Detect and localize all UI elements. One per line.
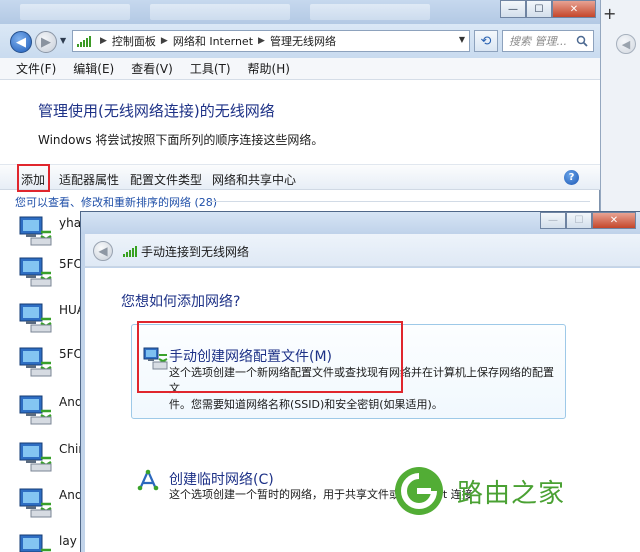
highlight-box-add	[17, 164, 50, 192]
menu-tools[interactable]: 工具(T)	[190, 60, 231, 77]
network-list-item[interactable]: And	[15, 484, 85, 522]
forward-button[interactable]: ▶	[35, 31, 57, 53]
menu-edit[interactable]: 编辑(E)	[73, 60, 114, 77]
network-list-item[interactable]: yha	[15, 212, 85, 250]
network-list-item[interactable]: HUA	[15, 299, 85, 337]
dialog-titlebar: — ☐ ✕	[81, 212, 640, 234]
recent-pages-dropdown[interactable]: ▼	[60, 36, 66, 45]
wireless-network-icon	[19, 303, 52, 333]
wireless-signal-icon	[123, 245, 137, 257]
arrow-left-icon: ◀	[98, 244, 108, 258]
network-list-item[interactable]: Chin	[15, 438, 86, 476]
network-list-item[interactable]: 5FO	[15, 343, 85, 381]
close-button[interactable]: ✕	[592, 212, 636, 229]
adjacent-window-edge	[600, 0, 640, 211]
back-button[interactable]: ◀	[10, 31, 32, 53]
network-name: lay	[59, 534, 77, 548]
menu-file[interactable]: 文件(F)	[16, 60, 56, 77]
refresh-icon: ⟲	[480, 33, 492, 49]
menu-bar: 文件(F) 编辑(E) 查看(V) 工具(T) 帮助(H)	[0, 58, 600, 80]
network-name: yha	[59, 216, 82, 230]
dialog-back-button[interactable]: ◀	[93, 241, 113, 261]
address-bar[interactable]: ▶ 控制面板 ▶ 网络和 Internet ▶ 管理无线网络 ▼	[72, 30, 470, 52]
command-bar: 添加 适配器属性 配置文件类型 网络和共享中心 ?	[0, 164, 600, 192]
dialog-header: ◀ 手动连接到无线网络	[85, 234, 640, 267]
wireless-network-icon	[19, 257, 52, 287]
wireless-network-icon	[19, 534, 51, 552]
adapter-properties-button[interactable]: 适配器属性	[59, 171, 119, 188]
search-box[interactable]	[502, 30, 594, 52]
watermark-text: 路由之家	[457, 479, 566, 509]
watermark: 路由之家	[393, 465, 588, 525]
help-icon[interactable]: ?	[564, 170, 579, 185]
wireless-network-icon	[19, 395, 52, 425]
wireless-network-icon	[19, 442, 52, 472]
profile-types-button[interactable]: 配置文件类型	[130, 171, 202, 188]
network-sharing-center-button[interactable]: 网络和共享中心	[212, 171, 296, 188]
address-toolbar: ◀ ▶ ▼ ▶ 控制面板 ▶ 网络和 Internet ▶ 管理无线网络 ▼ ⟲	[0, 24, 600, 58]
search-input[interactable]	[509, 34, 569, 48]
breadcrumb-network-internet[interactable]: 网络和 Internet	[173, 33, 253, 49]
arrow-right-icon: ▶	[41, 34, 51, 50]
network-list-header: 您可以查看、修改和重新排序的网络 (28)	[15, 196, 218, 209]
network-name: And	[59, 488, 83, 502]
window-controls: — ☐ ✕	[500, 0, 596, 18]
breadcrumb-separator-icon[interactable]: ▶	[258, 36, 265, 46]
content-header: 管理使用(无线网络连接)的无线网络 Windows 将尝试按照下面所列的顺序连接…	[0, 80, 600, 164]
breadcrumb-control-panel[interactable]: 控制面板	[112, 33, 156, 49]
wireless-network-icon	[19, 488, 52, 518]
chevron-down-icon[interactable]: ▼	[459, 35, 465, 44]
new-tab-icon[interactable]: +	[603, 4, 616, 23]
arrow-left-icon[interactable]: ◀	[616, 34, 636, 54]
background-taskbar-ghost	[150, 4, 290, 20]
network-list-item[interactable]: lay	[15, 530, 85, 552]
dialog-window-controls: — ☐ ✕	[540, 212, 636, 229]
background-taskbar-ghost	[310, 4, 430, 20]
breadcrumb-separator-icon: ▶	[100, 36, 107, 46]
minimize-button[interactable]: —	[540, 212, 566, 229]
window-titlebar: — ☐ ✕	[0, 0, 600, 24]
menu-view[interactable]: 查看(V)	[131, 60, 173, 77]
dialog-title: 手动连接到无线网络	[141, 245, 250, 259]
dialog-question: 您想如何添加网络?	[121, 294, 241, 310]
network-signal-icon	[77, 35, 91, 47]
close-button[interactable]: ✕	[552, 0, 596, 18]
wireless-network-icon	[19, 347, 52, 377]
background-taskbar-ghost	[20, 4, 130, 20]
network-name: And	[59, 395, 83, 409]
search-icon[interactable]	[576, 35, 588, 47]
refresh-button[interactable]: ⟲	[474, 30, 498, 52]
wireless-network-icon	[19, 216, 52, 246]
page-title: 管理使用(无线网络连接)的无线网络	[38, 102, 275, 120]
highlight-box-manual	[137, 321, 403, 393]
page-description: Windows 将尝试按照下面所列的顺序连接这些网络。	[38, 133, 324, 147]
option-adhoc-title[interactable]: 创建临时网络(C)	[169, 469, 274, 489]
minimize-button[interactable]: —	[500, 0, 526, 18]
watermark-logo-icon	[395, 467, 443, 515]
breadcrumb-manage-wireless[interactable]: 管理无线网络	[270, 33, 336, 49]
maximize-button[interactable]: ☐	[526, 0, 552, 18]
adhoc-network-icon	[137, 469, 159, 491]
divider	[210, 201, 590, 202]
arrow-left-icon: ◀	[16, 34, 26, 50]
option-manual-desc-line: 件。您需要知道网络名称(SSID)和安全密钥(如果适用)。	[169, 398, 443, 411]
network-list-item[interactable]: 5FO	[15, 253, 85, 291]
menu-help[interactable]: 帮助(H)	[248, 60, 290, 77]
network-list-item[interactable]: And	[15, 391, 85, 429]
maximize-button[interactable]: ☐	[566, 212, 592, 229]
breadcrumb-separator-icon[interactable]: ▶	[161, 36, 168, 46]
